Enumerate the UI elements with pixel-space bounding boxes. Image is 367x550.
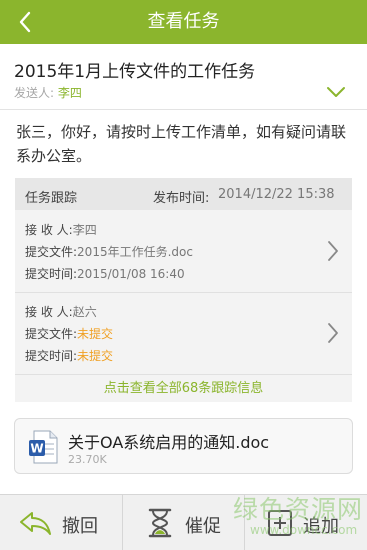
file-row: 提交文件:2015年工作任务.doc xyxy=(25,243,193,260)
chevron-right-icon xyxy=(328,241,338,261)
attachment-name: 关于OA系统启用的通知.doc xyxy=(68,433,270,452)
svg-text:W: W xyxy=(30,442,43,456)
urge-label: 催促 xyxy=(185,516,221,537)
withdraw-label: 撤回 xyxy=(62,516,98,537)
tracking-entry[interactable]: 接 收 人:赵六 提交文件:未提交 提交时间:未提交 xyxy=(15,293,352,374)
page-title: 查看任务 xyxy=(147,11,220,32)
publish-time-label: 发布时间: xyxy=(153,191,210,206)
add-icon xyxy=(268,510,292,536)
receiver-row: 接 收 人:赵六 xyxy=(25,303,97,320)
sender-row: 发送人: 李四 xyxy=(14,84,82,101)
chevron-down-icon xyxy=(327,87,345,97)
file-row: 提交文件:未提交 xyxy=(25,325,113,342)
receiver-row: 接 收 人:李四 xyxy=(25,221,97,238)
time-row: 提交时间:未提交 xyxy=(25,347,113,364)
expand-button[interactable] xyxy=(326,84,346,98)
receiver-value: 李四 xyxy=(72,223,97,237)
file-label: 提交文件: xyxy=(25,327,78,341)
time-label: 提交时间: xyxy=(25,267,78,281)
sender-label: 发送人: xyxy=(14,86,55,100)
urge-button[interactable]: 催促 xyxy=(122,495,244,550)
tracking-header: 任务跟踪 发布时间: 2014/12/22 15:38 xyxy=(15,178,352,210)
time-value: 2015/01/08 16:40 xyxy=(77,267,185,281)
tracking-title: 任务跟踪 xyxy=(25,191,78,206)
attachment-card[interactable]: W 关于OA系统启用的通知.doc 23.70K xyxy=(14,418,353,474)
withdraw-button[interactable]: 撤回 xyxy=(0,495,122,550)
append-label: 追加 xyxy=(303,516,339,537)
bottom-toolbar: 撤回 催促 追加 xyxy=(0,494,367,550)
task-subject: 2015年1月上传文件的工作任务 xyxy=(14,62,256,82)
task-message: 张三，你好，请按时上传工作清单，如有疑问请联系办公室。 xyxy=(16,123,347,165)
hourglass-icon xyxy=(148,508,172,538)
publish-time: 2014/12/22 15:38 xyxy=(218,187,335,202)
file-value: 2015年工作任务.doc xyxy=(77,245,193,259)
file-label: 提交文件: xyxy=(25,245,78,259)
receiver-label: 接 收 人: xyxy=(25,223,73,237)
time-value: 未提交 xyxy=(77,349,114,363)
tracking-panel: 任务跟踪 发布时间: 2014/12/22 15:38 接 收 人:李四 提交文… xyxy=(15,178,352,402)
time-row: 提交时间:2015/01/08 16:40 xyxy=(25,265,185,282)
tracking-entry[interactable]: 接 收 人:李四 提交文件:2015年工作任务.doc 提交时间:2015/01… xyxy=(15,211,352,292)
chevron-right-icon xyxy=(328,323,338,343)
attachment-size: 23.70K xyxy=(68,453,107,466)
title-bar: 查看任务 xyxy=(0,0,367,44)
divider xyxy=(0,109,367,110)
time-label: 提交时间: xyxy=(25,349,78,363)
word-doc-icon: W xyxy=(29,430,58,464)
undo-arrow-icon xyxy=(20,512,51,535)
sender-name: 李四 xyxy=(57,86,82,100)
receiver-label: 接 收 人: xyxy=(25,305,73,319)
file-value: 未提交 xyxy=(77,327,114,341)
append-button[interactable]: 追加 xyxy=(244,495,367,550)
receiver-value: 赵六 xyxy=(72,305,97,319)
view-all-tracking-link[interactable]: 点击查看全部68条跟踪信息 xyxy=(15,375,352,402)
